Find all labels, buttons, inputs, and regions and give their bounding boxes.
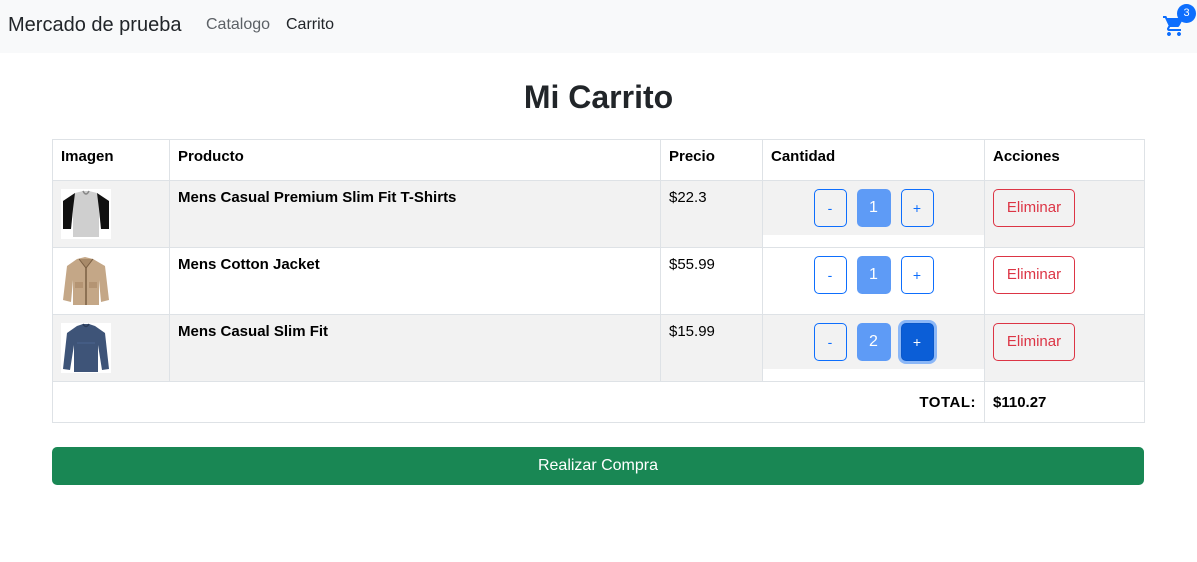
header-precio: Precio — [660, 139, 763, 181]
table-row: Mens Casual Premium Slim Fit T-Shirts $2… — [52, 180, 1145, 248]
product-name: Mens Cotton Jacket — [178, 256, 320, 273]
increase-quantity-button[interactable]: + — [900, 189, 934, 227]
increase-quantity-button[interactable]: + — [900, 256, 934, 294]
quantity-cell: - 1 + — [762, 247, 985, 315]
header-producto: Producto — [169, 139, 661, 181]
product-price-cell: $55.99 — [660, 247, 763, 315]
table-header-row: Imagen Producto Precio Cantidad Acciones — [52, 139, 1145, 181]
navbar: Mercado de prueba Catalogo Carrito 3 — [0, 0, 1197, 53]
quantity-stepper: - 1 + — [763, 248, 984, 302]
decrease-quantity-button[interactable]: - — [813, 256, 847, 294]
quantity-cell: - 1 + — [762, 180, 985, 248]
product-image-cell — [52, 180, 170, 248]
quantity-stepper: - 1 + — [763, 181, 984, 235]
header-cantidad: Cantidad — [762, 139, 985, 181]
brand-link[interactable]: Mercado de prueba — [8, 14, 181, 37]
nav-link-carrito[interactable]: Carrito — [286, 16, 334, 34]
quantity-value: 1 — [856, 256, 891, 294]
eliminar-button[interactable]: Eliminar — [993, 256, 1075, 294]
product-name-cell: Mens Casual Slim Fit — [169, 314, 661, 382]
table-row: Mens Cotton Jacket $55.99 - 1 + Eliminar — [52, 247, 1145, 315]
product-price: $15.99 — [669, 323, 715, 340]
cart-count-badge: 3 — [1177, 4, 1196, 23]
eliminar-button[interactable]: Eliminar — [993, 189, 1075, 227]
total-row: TOTAL: $110.27 — [52, 381, 1145, 423]
cart-table: Imagen Producto Precio Cantidad Acciones… — [52, 139, 1145, 423]
quantity-value: 2 — [856, 323, 891, 361]
header-acciones: Acciones — [984, 139, 1145, 181]
tshirt-image — [61, 189, 111, 239]
product-price-cell: $15.99 — [660, 314, 763, 382]
decrease-quantity-button[interactable]: - — [813, 323, 847, 361]
product-name: Mens Casual Premium Slim Fit T-Shirts — [178, 189, 457, 206]
product-name: Mens Casual Slim Fit — [178, 323, 329, 340]
product-image-cell — [52, 314, 170, 382]
jacket-image — [61, 256, 111, 306]
quantity-cell: - 2 + — [762, 314, 985, 382]
product-image-cell — [52, 247, 170, 315]
longsleeve-image — [61, 323, 111, 373]
realizar-compra-button[interactable]: Realizar Compra — [52, 447, 1144, 485]
eliminar-button[interactable]: Eliminar — [993, 323, 1075, 361]
product-price: $55.99 — [669, 256, 715, 273]
increase-quantity-button[interactable]: + — [900, 323, 934, 361]
decrease-quantity-button[interactable]: - — [813, 189, 847, 227]
quantity-value: 1 — [856, 189, 891, 227]
total-label: TOTAL: — [52, 381, 985, 423]
actions-cell: Eliminar — [984, 180, 1145, 248]
actions-cell: Eliminar — [984, 314, 1145, 382]
product-price-cell: $22.3 — [660, 180, 763, 248]
product-name-cell: Mens Cotton Jacket — [169, 247, 661, 315]
page-title: Mi Carrito — [523, 79, 674, 115]
total-value: $110.27 — [984, 381, 1145, 423]
actions-cell: Eliminar — [984, 247, 1145, 315]
table-row: Mens Casual Slim Fit $15.99 - 2 + Elimin… — [52, 314, 1145, 382]
product-price: $22.3 — [669, 189, 707, 206]
nav-link-catalogo[interactable]: Catalogo — [206, 16, 270, 34]
quantity-stepper: - 2 + — [763, 315, 984, 369]
product-name-cell: Mens Casual Premium Slim Fit T-Shirts — [169, 180, 661, 248]
header-imagen: Imagen — [52, 139, 170, 181]
